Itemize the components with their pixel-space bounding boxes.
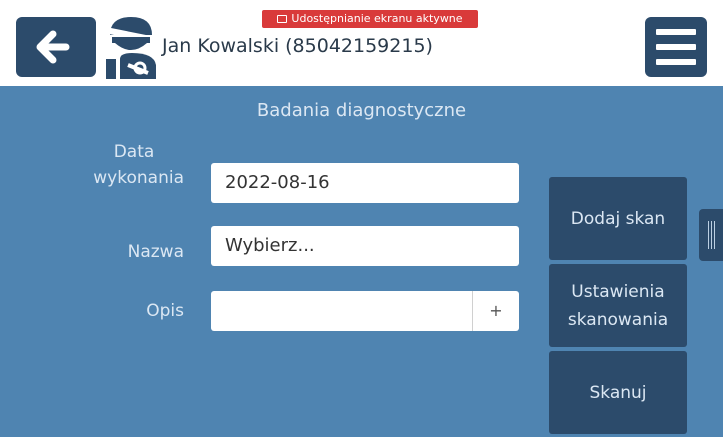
scan-settings-button[interactable]: Ustawienia skanowania	[549, 264, 687, 347]
description-label: Opis	[146, 301, 184, 321]
date-field[interactable]: 2022-08-16	[211, 163, 519, 203]
scan-settings-line2: skanowania	[567, 309, 669, 330]
menu-button[interactable]	[645, 17, 707, 77]
date-label-line1: Data	[113, 142, 155, 162]
arrow-left-icon	[36, 30, 70, 64]
date-label: Data wykonania	[60, 139, 184, 191]
top-bar: Jan Kowalski (85042159215) Udostępnianie…	[0, 0, 723, 86]
add-scan-button[interactable]: Dodaj skan	[549, 177, 687, 260]
date-label-line2: wykonania	[93, 168, 184, 188]
panel-title: Badania diagnostyczne	[256, 100, 467, 121]
description-field[interactable]	[211, 291, 473, 331]
side-panel-handle[interactable]	[699, 209, 723, 261]
scan-button[interactable]: Skanuj	[549, 351, 687, 434]
name-select[interactable]: Wybierz...	[211, 226, 519, 266]
screen-share-icon	[277, 15, 288, 23]
name-label: Nazwa	[127, 242, 184, 262]
screen-share-text: Udostępnianie ekranu aktywne	[291, 12, 463, 25]
scan-settings-line1: Ustawienia	[571, 281, 665, 302]
patient-name: Jan Kowalski (85042159215)	[162, 35, 433, 57]
screen-share-banner: Udostępnianie ekranu aktywne	[262, 10, 478, 28]
diagnostic-tests-panel: Badania diagnostyczne Data wykonania 202…	[0, 86, 723, 437]
back-button[interactable]	[16, 17, 96, 77]
add-description-button[interactable]: +	[472, 291, 519, 331]
injured-patient-icon	[104, 17, 156, 79]
